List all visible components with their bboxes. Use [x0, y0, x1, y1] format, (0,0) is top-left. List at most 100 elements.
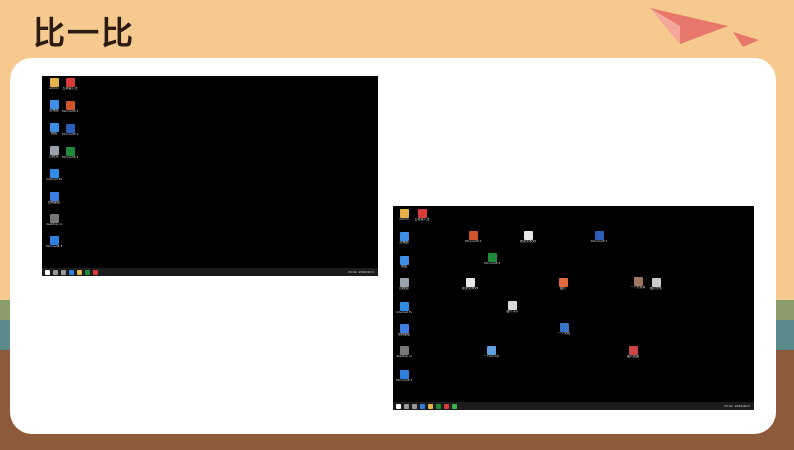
task-view-icon[interactable] [412, 403, 417, 409]
desktop-shortcut[interactable]: 回收站 [46, 146, 62, 159]
excel-taskbar-icon[interactable] [436, 403, 441, 409]
start-button[interactable] [396, 403, 401, 409]
search-icon[interactable] [53, 269, 58, 275]
image-file-icon [507, 301, 517, 310]
folder-icon [399, 209, 409, 218]
desktop-shortcut[interactable]: Internet Explorer [396, 302, 412, 315]
computer-icon [399, 232, 409, 241]
folder-icon [49, 78, 59, 87]
desktop-shortcut-label: 图片截图 [626, 355, 639, 358]
app-taskbar-icon[interactable] [93, 269, 98, 275]
desktop-shortcut-label: Microsoft Word 2010 [62, 133, 78, 136]
desktop-shortcut-label: 五笔输入法 [62, 87, 78, 90]
computer-icon [49, 100, 59, 109]
desktop-shortcut[interactable]: 图片.jpg [504, 301, 520, 314]
taskbar-time: 15:04 [723, 404, 733, 408]
word-icon [594, 231, 604, 240]
desktop-shortcut-label: 此电脑 [399, 241, 409, 244]
excel-icon [487, 253, 497, 262]
desktop-shortcut-label: 一个word文档 [483, 355, 499, 358]
desktop-shortcut[interactable]: Internet Explorer [46, 169, 62, 182]
desktop-shortcut[interactable]: Microsoft Word 2010 [62, 124, 78, 137]
control-panel-icon [399, 324, 409, 333]
desktop-shortcut[interactable]: 图片截图 [625, 346, 641, 359]
desktop-shortcut-label: 一个文件夹 [630, 286, 646, 289]
desktop-shortcut[interactable]: desktop.ini [46, 214, 62, 227]
desktop-shortcut-label: Microsoft PowerPoint [465, 240, 481, 243]
desktop-shortcut[interactable]: 一个文档 [556, 323, 572, 336]
desktop-shortcut[interactable]: Microsoft PowerPoint [465, 231, 481, 244]
desktop-shortcut[interactable]: 回收站 [396, 278, 412, 291]
desktop-shortcut[interactable]: 此电脑 [46, 100, 62, 113]
network-icon [49, 123, 59, 132]
powerpoint-icon [65, 101, 75, 110]
paper-plane-small-icon [733, 32, 759, 47]
desktop-shortcut[interactable]: 新建文本文档 2 [520, 231, 536, 244]
taskbar: 15:04 2020/4/21 [42, 268, 378, 276]
explorer-taskbar-icon[interactable] [77, 269, 82, 275]
ie-icon [49, 169, 59, 178]
powerpoint-icon [468, 231, 478, 240]
app-taskbar-icon[interactable] [444, 403, 449, 409]
paper-plane-icon [650, 8, 728, 44]
desktop-shortcut-label: Internet Explorer [46, 178, 62, 181]
desktop-shortcut[interactable]: 控制面板 [46, 192, 62, 205]
desktop-shortcut[interactable]: Microsoft Edge [46, 236, 62, 249]
taskbar-date: 2020/4/21 [734, 404, 750, 408]
desktop-shortcut[interactable]: admin [46, 78, 62, 91]
search-icon[interactable] [404, 403, 409, 409]
start-button[interactable] [45, 269, 50, 275]
word-icon [65, 124, 75, 133]
text-file-icon [465, 278, 475, 287]
explorer-taskbar-icon[interactable] [428, 403, 433, 409]
desktop-shortcut[interactable]: 五笔输入法 [414, 209, 430, 222]
desktop-screenshot-before: 15:04 2020/4/21 admin 此电脑网络回收站 Internet Ex… [42, 76, 378, 276]
desktop-shortcut[interactable]: 网络 [396, 256, 412, 269]
excel-icon [65, 147, 75, 156]
desktop-shortcut-label: 网络 [400, 265, 407, 268]
wechat-taskbar-icon[interactable] [452, 403, 457, 409]
task-view-icon[interactable] [61, 269, 66, 275]
desktop-shortcut[interactable]: 图片文件 [648, 278, 664, 291]
desktop-shortcut[interactable]: 五笔输入法 [62, 78, 78, 91]
recycle-bin-icon [49, 146, 59, 155]
desktop-shortcut[interactable]: 图片 [555, 278, 571, 291]
desktop-shortcut-label: 网络 [50, 132, 57, 135]
desktop-shortcut[interactable]: admin [396, 209, 412, 222]
desktop-shortcut-label: Internet Explorer [396, 311, 412, 314]
edge-taskbar-icon[interactable] [420, 403, 425, 409]
desktop-shortcut[interactable]: Microsoft Excel 2010 [484, 253, 500, 266]
desktop-shortcut[interactable]: Microsoft Word 2010 [591, 231, 607, 244]
app-icon [417, 209, 427, 218]
desktop-shortcut-label: 控制面板 [397, 333, 410, 336]
desktop-shortcut[interactable]: 网络 [46, 123, 62, 136]
image-file-icon [651, 278, 661, 287]
system-tray: 15:04 2020/4/21 [724, 404, 754, 408]
taskbar-time: 15:04 [347, 270, 357, 274]
app-icon [65, 78, 75, 87]
desktop-shortcut-label: 图片 [559, 287, 566, 290]
edge-taskbar-icon[interactable] [69, 269, 74, 275]
desktop-shortcut[interactable]: desktop.ini [396, 346, 412, 359]
file-icon [49, 214, 59, 223]
excel-taskbar-icon[interactable] [85, 269, 90, 275]
desktop-shortcut[interactable]: 控制面板 [396, 324, 412, 337]
desktop-shortcut[interactable]: 新建文本文档 [462, 278, 478, 291]
desktop-shortcut[interactable]: 一个文件夹 [630, 277, 646, 290]
desktop-shortcut[interactable]: Microsoft Edge [396, 370, 412, 383]
recycle-bin-icon [399, 278, 409, 287]
slide-title: 比一比 [33, 14, 136, 52]
desktop-shortcut-label: 一个文档 [557, 332, 570, 335]
ie-icon [399, 302, 409, 311]
desktop-shortcut[interactable]: 一个word文档 [483, 346, 499, 359]
taskbar-date: 2020/4/21 [358, 270, 374, 274]
desktop-shortcut[interactable]: Microsoft Excel 2010 [62, 147, 78, 160]
folder-icon [633, 277, 643, 286]
desktop-shortcut[interactable]: 此电脑 [396, 232, 412, 245]
screenshot-icon [628, 346, 638, 355]
desktop-shortcut-label: Microsoft Word 2010 [591, 240, 607, 243]
edge-icon [49, 236, 59, 245]
desktop-shortcut[interactable]: Microsoft PowerPoint [62, 101, 78, 114]
taskbar: 15:04 2020/4/21 [393, 402, 754, 410]
file-icon [399, 346, 409, 355]
